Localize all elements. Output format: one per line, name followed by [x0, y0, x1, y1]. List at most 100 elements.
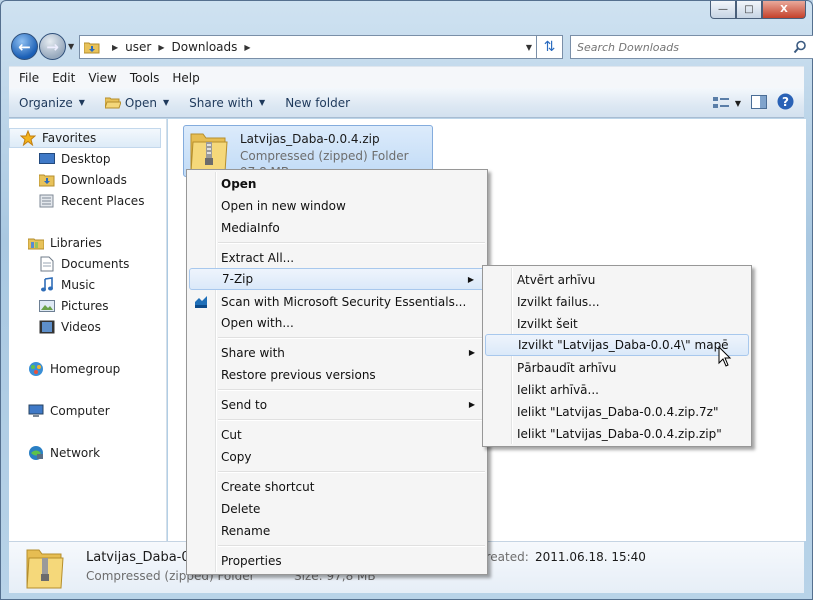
share-with-button[interactable]: Share with ▼	[189, 96, 265, 110]
preview-pane-button[interactable]	[751, 94, 767, 112]
address-bar[interactable]: ▶ user ▶ Downloads ▶ ▼	[79, 35, 537, 59]
ctx-copy[interactable]: Copy	[189, 446, 485, 468]
refresh-icon: ⇅	[543, 39, 556, 55]
menu-separator	[218, 337, 485, 339]
nav-recent-places[interactable]: Recent Places	[39, 191, 144, 211]
menu-help[interactable]: Help	[172, 71, 199, 85]
nav-documents[interactable]: Documents	[39, 254, 129, 274]
chevron-down-icon: ▼	[78, 98, 85, 107]
sub-add-to-zip[interactable]: Ielikt "Latvijas_Daba-0.0.4.zip.zip"	[485, 423, 749, 445]
file-type: Compressed (zipped) Folder	[240, 149, 409, 163]
nav-downloads[interactable]: Downloads	[39, 170, 127, 190]
recent-pages-dropdown[interactable]: ▼	[68, 42, 74, 51]
ctx-scan-mse[interactable]: Scan with Microsoft Security Essentials.…	[189, 291, 485, 313]
navigation-bar: ← → ▼ ▶ user ▶ Downloads ▶ ▼ ⇅	[9, 33, 813, 61]
sub-extract-files[interactable]: Izvilkt failus...	[485, 291, 749, 313]
nav-videos[interactable]: Videos	[39, 317, 101, 337]
nav-network-label: Network	[50, 446, 101, 460]
sub-extract-here[interactable]: Izvilkt šeit	[485, 313, 749, 335]
sub-add-to-archive[interactable]: Ielikt arhīvā...	[485, 379, 749, 401]
ctx-open-with[interactable]: Open with...	[189, 312, 485, 334]
ctx-properties[interactable]: Properties	[189, 550, 485, 572]
ctx-create-shortcut[interactable]: Create shortcut	[189, 476, 485, 498]
ctx-share-with-label: Share with	[221, 346, 285, 360]
preview-pane-icon	[751, 94, 767, 109]
search-input[interactable]	[577, 40, 787, 54]
sub-test-archive-label: Pārbaudīt arhīvu	[517, 361, 617, 375]
nav-favorites[interactable]: Favorites	[9, 128, 161, 148]
ctx-restore-versions-label: Restore previous versions	[221, 368, 376, 382]
change-view-button[interactable]: ▼	[712, 96, 741, 110]
network-icon	[28, 445, 44, 461]
menu-tools[interactable]: Tools	[130, 71, 160, 85]
ctx-copy-label: Copy	[221, 450, 252, 464]
security-essentials-icon	[193, 294, 209, 313]
ctx-restore-versions[interactable]: Restore previous versions	[189, 364, 485, 386]
arrow-right-icon: →	[46, 37, 59, 56]
ctx-open[interactable]: Open	[189, 173, 485, 195]
nav-music[interactable]: Music	[39, 275, 95, 295]
music-icon	[39, 277, 55, 293]
breadcrumb-downloads[interactable]: Downloads	[172, 40, 238, 54]
breadcrumb-user[interactable]: user	[125, 40, 151, 54]
back-button[interactable]: ←	[11, 33, 38, 60]
context-menu: Open Open in new window MediaInfo Extrac…	[186, 169, 488, 575]
ctx-rename[interactable]: Rename	[189, 520, 485, 542]
ctx-open-new-window[interactable]: Open in new window	[189, 195, 485, 217]
help-button[interactable]: ?	[777, 93, 794, 113]
maximize-button[interactable]: □	[736, 1, 762, 19]
minimize-button[interactable]: —	[710, 1, 736, 19]
desktop-icon	[39, 151, 55, 167]
nav-libraries[interactable]: Libraries	[28, 233, 102, 253]
refresh-button[interactable]: ⇅	[537, 35, 563, 59]
sub-test-archive[interactable]: Pārbaudīt arhīvu	[485, 357, 749, 379]
nav-computer[interactable]: Computer	[28, 401, 110, 421]
sub-extract-to-folder[interactable]: Izvilkt "Latvijas_Daba-0.0.4\" mapē	[485, 334, 749, 356]
ctx-delete[interactable]: Delete	[189, 498, 485, 520]
breadcrumb-separator[interactable]: ▶	[112, 43, 118, 52]
forward-button[interactable]: →	[39, 33, 66, 60]
menu-view[interactable]: View	[88, 71, 116, 85]
ctx-send-to[interactable]: Send to ▶	[189, 394, 485, 416]
nav-desktop[interactable]: Desktop	[39, 149, 111, 169]
breadcrumb-separator[interactable]: ▶	[244, 43, 250, 52]
ctx-cut[interactable]: Cut	[189, 424, 485, 446]
folder-download-icon	[84, 42, 100, 53]
nav-pictures[interactable]: Pictures	[39, 296, 109, 316]
new-folder-button[interactable]: New folder	[285, 96, 350, 110]
search-box[interactable]	[570, 35, 813, 59]
organize-button[interactable]: Organize ▼	[19, 96, 85, 110]
nav-homegroup-label: Homegroup	[50, 362, 121, 376]
sub-open-archive[interactable]: Atvērt arhīvu	[485, 269, 749, 291]
nav-music-label: Music	[61, 278, 96, 292]
nav-network[interactable]: Network	[28, 443, 100, 463]
command-bar: Organize ▼ Open ▼ Share with ▼ New folde…	[9, 88, 804, 118]
menu-edit[interactable]: Edit	[52, 71, 75, 85]
ctx-7zip[interactable]: 7-Zip ▶	[189, 268, 485, 290]
ctx-cut-label: Cut	[221, 428, 242, 442]
share-with-label: Share with	[189, 95, 254, 110]
search-icon[interactable]	[793, 40, 807, 54]
ctx-open-with-label: Open with...	[221, 316, 294, 330]
open-button[interactable]: Open ▼	[104, 96, 169, 110]
view-tiles-icon	[712, 97, 729, 108]
sub-extract-files-label: Izvilkt failus...	[517, 295, 600, 309]
ctx-open-new-window-label: Open in new window	[221, 199, 346, 213]
ctx-mediainfo-label: MediaInfo	[221, 221, 280, 235]
ctx-mediainfo[interactable]: MediaInfo	[189, 217, 485, 239]
ctx-rename-label: Rename	[221, 524, 271, 538]
menu-separator	[218, 419, 485, 421]
ctx-extract-all[interactable]: Extract All...	[189, 247, 485, 269]
nav-homegroup[interactable]: Homegroup	[28, 359, 120, 379]
menu-file[interactable]: File	[19, 71, 39, 85]
close-button[interactable]: X	[762, 1, 806, 19]
ctx-share-with[interactable]: Share with ▶	[189, 342, 485, 364]
arrow-left-icon: ←	[18, 37, 31, 56]
sub-open-archive-label: Atvērt arhīvu	[517, 273, 596, 287]
recent-places-icon	[39, 193, 55, 209]
sub-add-to-7z[interactable]: Ielikt "Latvijas_Daba-0.0.4.zip.7z"	[485, 401, 749, 423]
details-created-value: 2011.06.18. 15:40	[535, 550, 646, 564]
breadcrumb-separator[interactable]: ▶	[158, 43, 164, 52]
address-history-dropdown[interactable]: ▼	[526, 43, 532, 52]
caption-buttons: — □ X	[710, 1, 806, 19]
